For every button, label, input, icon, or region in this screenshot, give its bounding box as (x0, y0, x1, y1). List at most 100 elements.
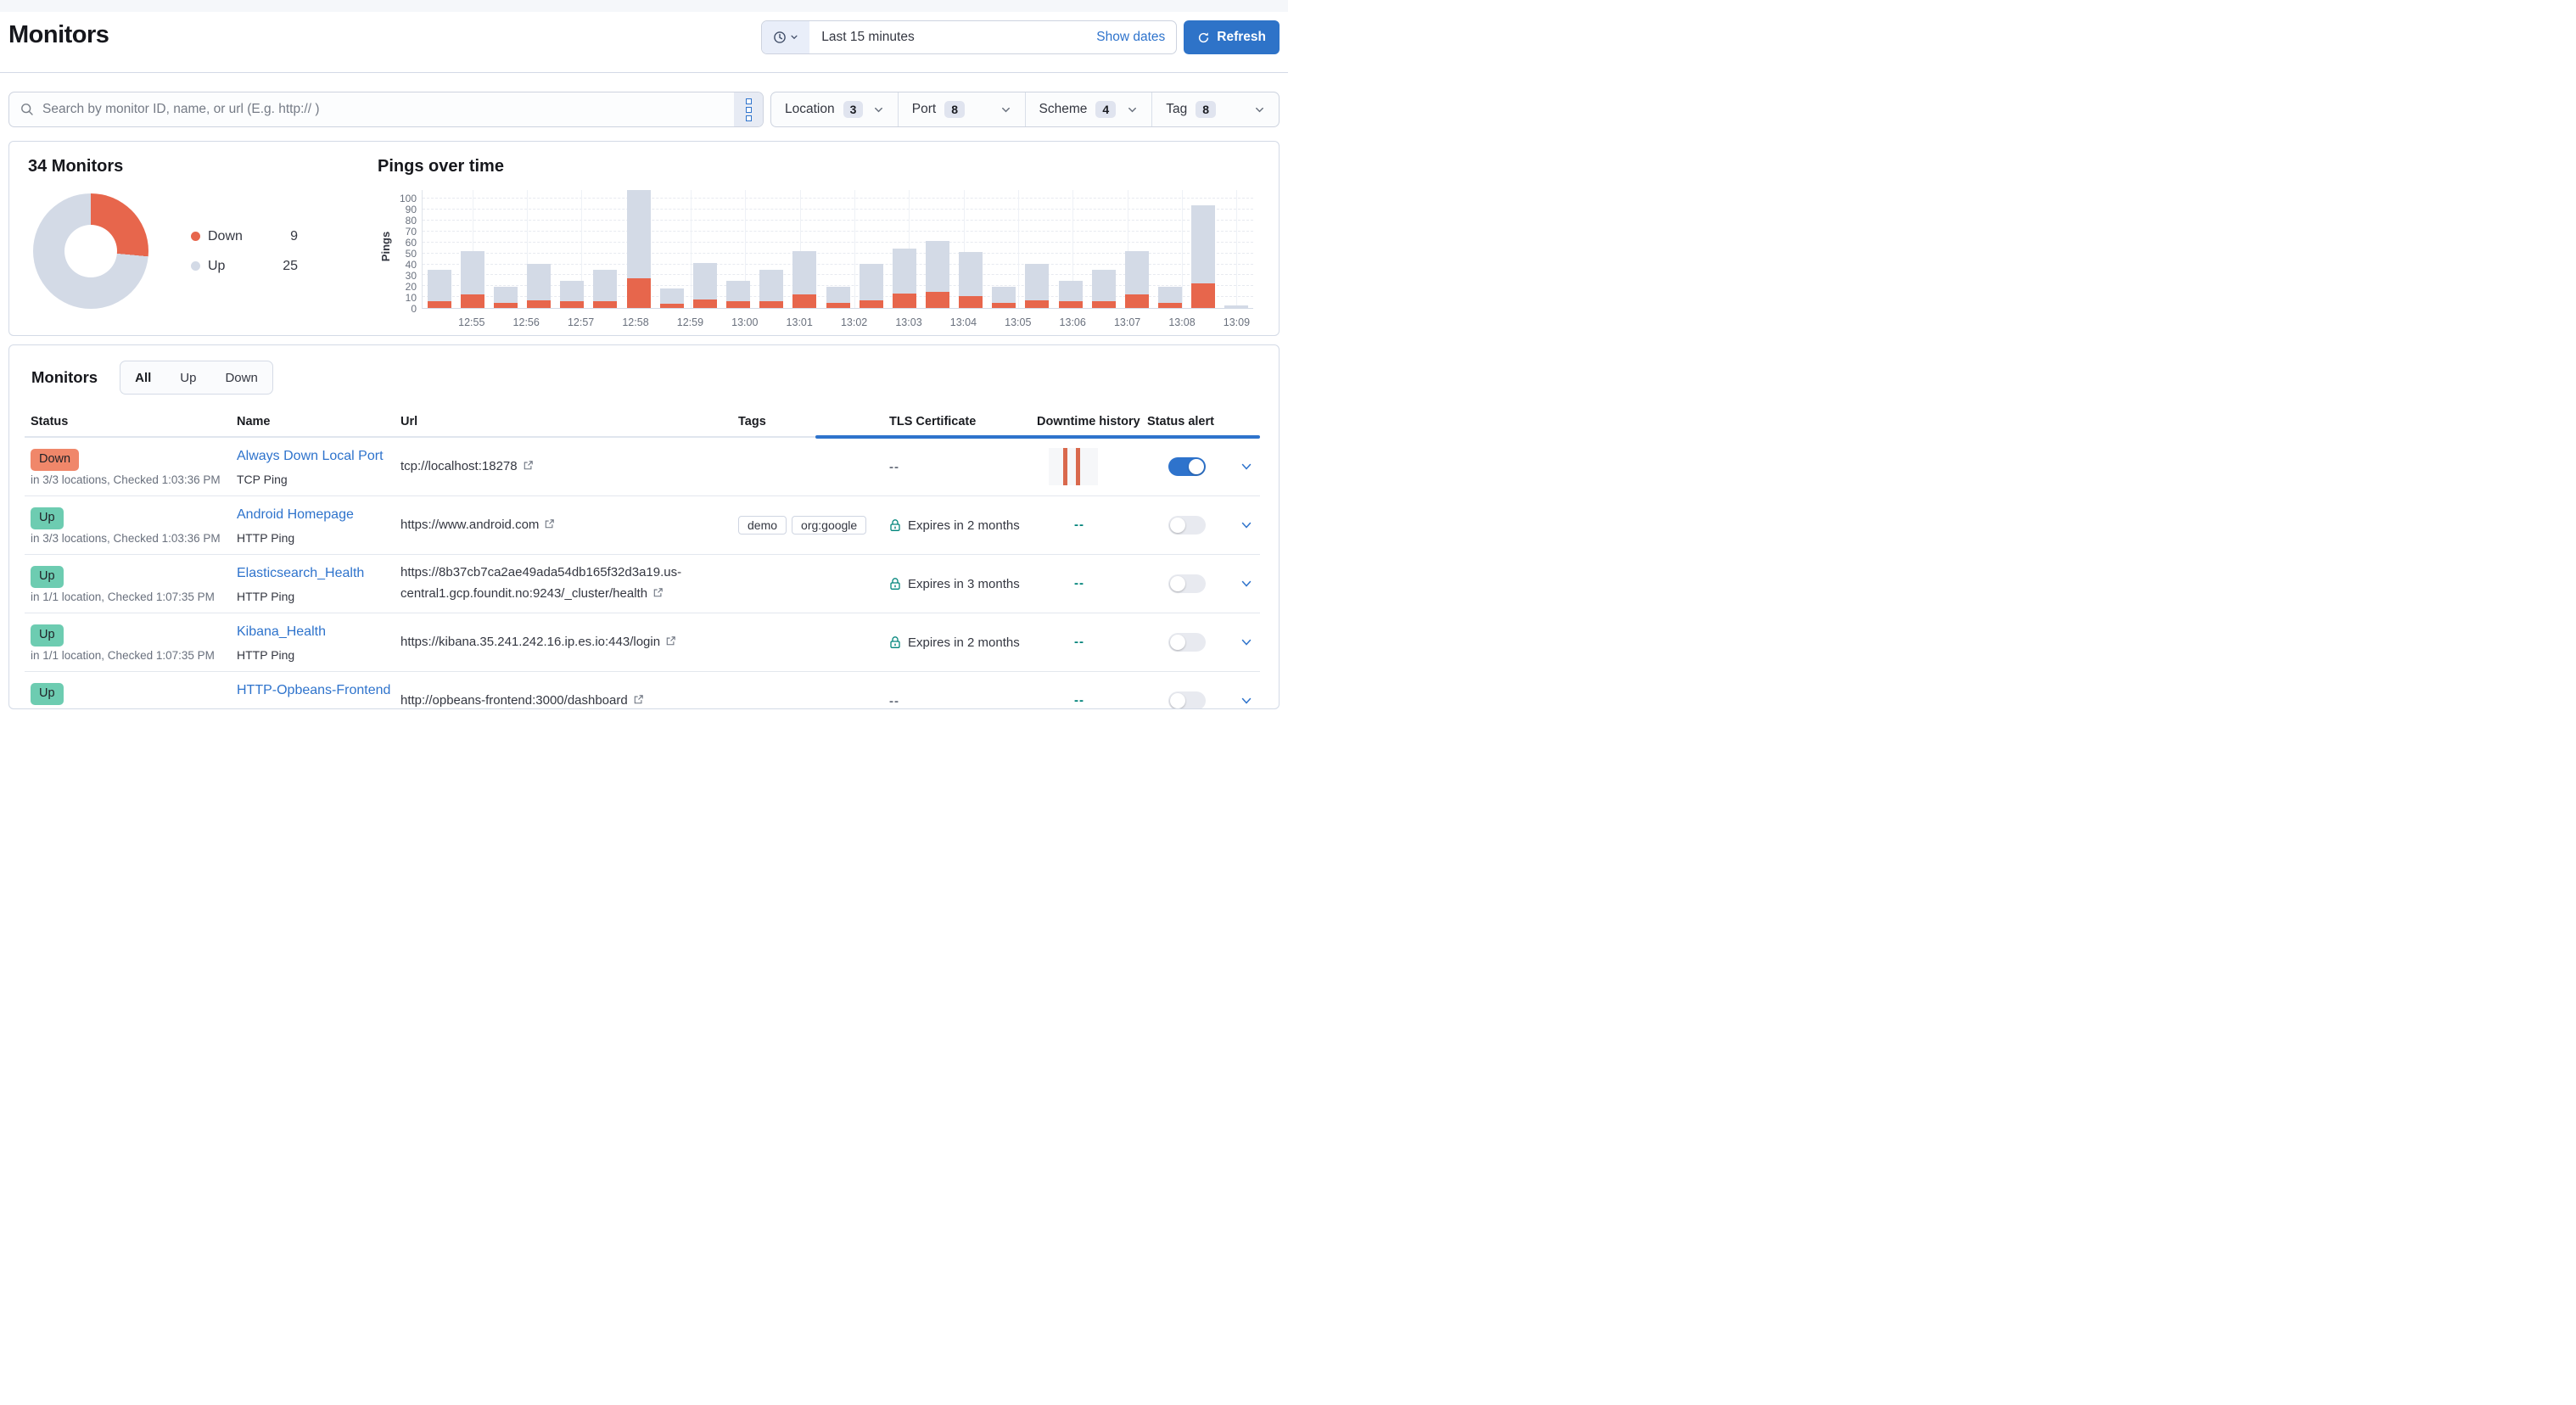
bar-down-segment (1191, 283, 1215, 308)
refresh-label: Refresh (1217, 30, 1266, 45)
refresh-icon (1197, 31, 1210, 44)
time-range-value[interactable]: Last 15 minutes (809, 30, 1096, 45)
bar-up-segment (1059, 281, 1083, 302)
view-tab-down[interactable]: Down (210, 361, 272, 394)
lock-icon (889, 635, 901, 649)
bar-up-segment (826, 287, 850, 302)
legend-label: Down (208, 229, 259, 244)
quick-select-button[interactable] (762, 21, 809, 53)
external-link-icon[interactable] (652, 587, 664, 598)
expand-row-button[interactable] (1226, 694, 1260, 708)
filter-port-button[interactable]: Port8 (898, 92, 1025, 126)
refresh-button[interactable]: Refresh (1184, 20, 1280, 54)
status-alert-toggle[interactable] (1168, 574, 1206, 593)
bar-down-segment (560, 301, 584, 308)
bar-up-segment (560, 281, 584, 302)
toggle-knob (1189, 459, 1204, 474)
filter-scheme-button[interactable]: Scheme4 (1025, 92, 1152, 126)
ping-bar (428, 270, 451, 308)
x-tick-label: 13:07 (1114, 316, 1140, 328)
status-alert-cell (1141, 633, 1226, 652)
column-header-name: Name (231, 415, 395, 428)
downtime-sparkline (1049, 448, 1098, 485)
bar-down-segment (461, 294, 484, 308)
bar-up-segment (593, 270, 617, 302)
bar-up-segment (1191, 205, 1215, 283)
bar-down-segment (527, 300, 551, 308)
table-row: Upin 3/3 locations, Checked 1:03:36 PMAn… (25, 496, 1260, 555)
expand-row-button[interactable] (1226, 518, 1260, 532)
table-row: Downin 3/3 locations, Checked 1:03:36 PM… (25, 438, 1260, 496)
expand-row-button[interactable] (1226, 577, 1260, 591)
search-input[interactable] (34, 102, 734, 117)
downtime-history-cell (1031, 448, 1141, 485)
ping-bar (959, 252, 983, 308)
external-link-icon[interactable] (523, 460, 534, 471)
tag-badge: org:google (792, 516, 866, 535)
summary-title: 34 Monitors (28, 157, 378, 176)
external-link-icon[interactable] (544, 518, 555, 529)
monitor-name-link[interactable]: HTTP-Opbeans-Frontend (237, 683, 395, 698)
monitor-name-link[interactable]: Kibana_Health (237, 624, 395, 640)
ping-bar (926, 241, 949, 308)
ping-bar (560, 281, 584, 308)
tls-expiry-text: Expires in 2 months (908, 635, 1020, 650)
legend-dot-icon (191, 261, 200, 271)
y-tick-label: 80 (406, 215, 417, 227)
date-picker[interactable]: Last 15 minutes Show dates (761, 20, 1177, 54)
kebab-square-icon (746, 98, 752, 104)
page-header: Monitors Last 15 minutes Show dates Refr… (0, 12, 1288, 73)
x-tick-label: 12:58 (622, 316, 648, 328)
status-alert-toggle[interactable] (1168, 516, 1206, 535)
column-header-tags: Tags (732, 415, 883, 428)
filter-label: Location (785, 102, 835, 117)
monitor-name-link[interactable]: Always Down Local Port (237, 449, 395, 464)
expand-row-button[interactable] (1226, 635, 1260, 649)
y-axis-label: Pings (380, 231, 393, 260)
status-detail: in 1/1 location, Checked 1:07:35 PM (31, 649, 231, 662)
filter-tag-button[interactable]: Tag8 (1151, 92, 1279, 126)
bar-down-segment (1158, 303, 1182, 308)
url-cell: https://8b37cb7ca2ae49ada54db165f32d3a19… (395, 563, 732, 605)
url-cell: https://www.android.com (395, 515, 732, 536)
status-alert-toggle[interactable] (1168, 691, 1206, 709)
monitor-name-link[interactable]: Android Homepage (237, 507, 395, 523)
external-link-icon[interactable] (633, 694, 644, 705)
bar-up-segment (959, 252, 983, 296)
expand-row-button[interactable] (1226, 460, 1260, 473)
monitors-summary: 34 Monitors Down9Up25 (28, 157, 378, 322)
chevron-down-icon (1000, 104, 1011, 115)
status-badge: Down (31, 449, 79, 471)
summary-panel: 34 Monitors Down9Up25 Pings over time Pi… (8, 141, 1280, 336)
y-tick-label: 20 (406, 281, 417, 293)
y-tick-label: 10 (406, 292, 417, 304)
table-row: Upin 1/1 location, Checked 1:07:35 PMKib… (25, 613, 1260, 672)
x-tick-label: 12:57 (568, 316, 594, 328)
column-header-downtime-history: Downtime history (1031, 415, 1141, 428)
toolbar: Location3Port8Scheme4Tag8 (8, 92, 1280, 127)
y-tick-label: 100 (400, 193, 417, 204)
status-alert-toggle[interactable] (1168, 633, 1206, 652)
tls-certificate-cell: -- (883, 460, 1031, 474)
view-tab-all[interactable]: All (120, 361, 165, 394)
external-link-icon[interactable] (665, 635, 676, 647)
show-dates-link[interactable]: Show dates (1096, 30, 1176, 45)
filter-location-button[interactable]: Location3 (771, 92, 898, 126)
filter-count-badge: 8 (1196, 101, 1216, 118)
lock-icon (889, 518, 901, 532)
legend-dot-icon (191, 232, 200, 241)
kebab-square-icon (746, 115, 752, 121)
chevron-down-icon (1254, 104, 1265, 115)
downtime-history-cell: -- (1031, 576, 1141, 591)
downtime-history-cell: -- (1031, 518, 1141, 533)
downtime-empty-value: -- (1037, 576, 1084, 591)
column-header-status: Status (25, 415, 231, 428)
bar-down-segment (1092, 301, 1116, 308)
monitor-name-link[interactable]: Elasticsearch_Health (237, 566, 395, 581)
top-strip (0, 0, 1288, 12)
view-tab-up[interactable]: Up (165, 361, 210, 394)
query-menu-button[interactable] (734, 92, 763, 126)
status-alert-toggle[interactable] (1168, 457, 1206, 476)
v-gridline (1018, 190, 1019, 308)
name-cell: HTTP-Opbeans-FrontendHTTP Ping (231, 672, 395, 709)
